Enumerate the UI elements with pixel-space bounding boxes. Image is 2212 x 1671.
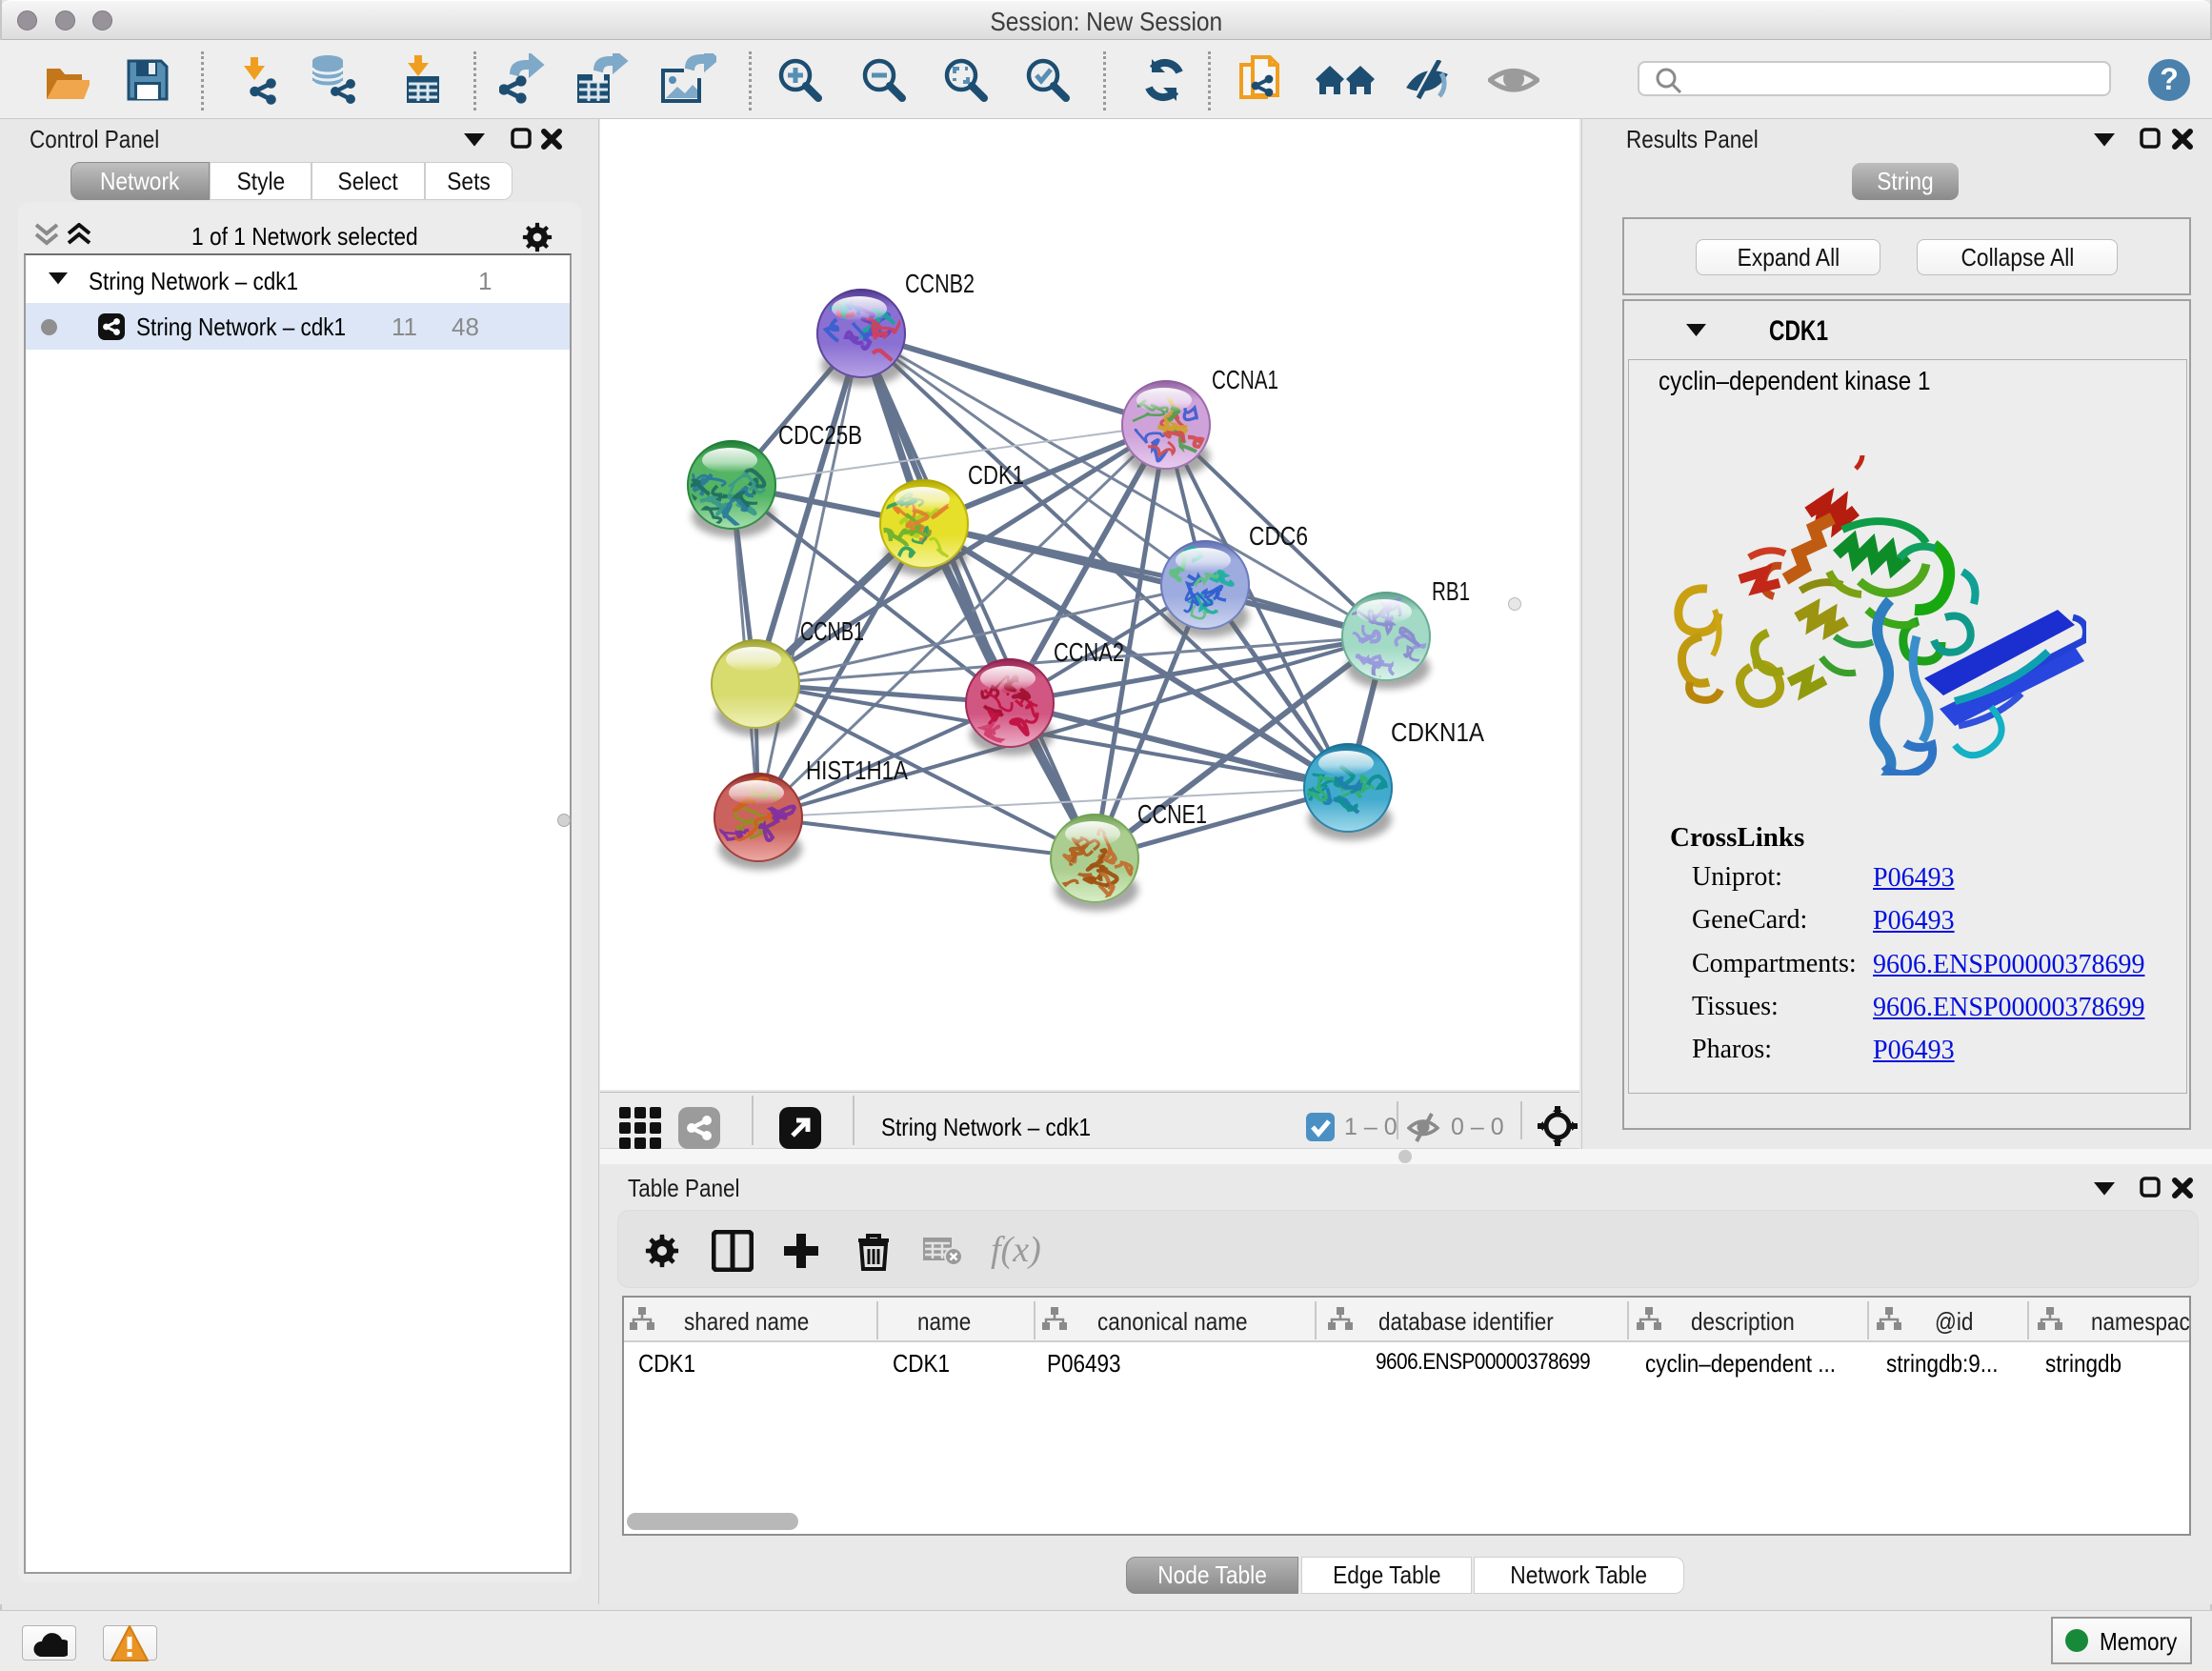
svg-text:CCNB1: CCNB1 xyxy=(800,616,864,646)
svg-text:CDKN1A: CDKN1A xyxy=(1391,717,1484,747)
svg-text:CDC25B: CDC25B xyxy=(778,420,862,450)
svg-text:CCNA2: CCNA2 xyxy=(1054,637,1124,667)
svg-text:RB1: RB1 xyxy=(1432,576,1470,606)
svg-text:CDC6: CDC6 xyxy=(1249,521,1308,551)
svg-text:CCNA1: CCNA1 xyxy=(1212,365,1278,394)
svg-text:?: ? xyxy=(2160,62,2179,96)
svg-text:CCNB2: CCNB2 xyxy=(905,269,975,298)
svg-text:CCNE1: CCNE1 xyxy=(1137,799,1207,829)
svg-text:CDK1: CDK1 xyxy=(968,460,1024,490)
svg-text:HIST1H1A: HIST1H1A xyxy=(806,755,908,785)
